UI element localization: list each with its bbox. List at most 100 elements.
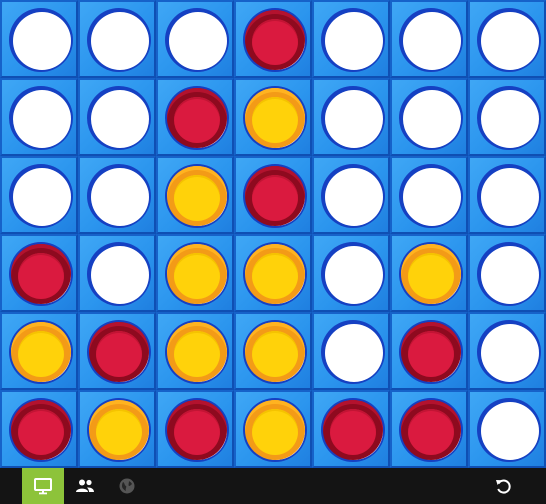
- board-cell[interactable]: [234, 78, 312, 156]
- game-board: [0, 0, 546, 468]
- board-cell[interactable]: [312, 0, 390, 78]
- cell-hole: [321, 320, 385, 384]
- cell-hole: [243, 398, 307, 462]
- board-cell[interactable]: [234, 390, 312, 468]
- hole-opening: [481, 90, 539, 148]
- monitor-icon: [34, 478, 52, 495]
- red-disc-center: [408, 331, 454, 377]
- board-cell[interactable]: [468, 390, 546, 468]
- board-cell[interactable]: [468, 156, 546, 234]
- board-cell[interactable]: [390, 234, 468, 312]
- restart-button[interactable]: [482, 468, 524, 504]
- hole-opening: [13, 168, 71, 226]
- board-cell[interactable]: [234, 312, 312, 390]
- board-cell[interactable]: [156, 234, 234, 312]
- board-cell[interactable]: [390, 78, 468, 156]
- cell-hole: [321, 242, 385, 306]
- red-disc: [167, 400, 227, 460]
- red-disc-center: [408, 409, 454, 455]
- board-cell[interactable]: [0, 156, 78, 234]
- board-cell[interactable]: [312, 312, 390, 390]
- board-cell[interactable]: [312, 234, 390, 312]
- board-cell[interactable]: [312, 156, 390, 234]
- red-disc: [401, 400, 461, 460]
- hole-opening: [481, 246, 539, 304]
- board-cell[interactable]: [468, 312, 546, 390]
- board-cell[interactable]: [78, 78, 156, 156]
- hole-opening: [481, 12, 539, 70]
- multiplayer-button[interactable]: [64, 468, 106, 504]
- board-cell[interactable]: [468, 0, 546, 78]
- yellow-disc: [89, 400, 149, 460]
- cell-hole: [399, 242, 463, 306]
- board-cell[interactable]: [0, 234, 78, 312]
- hole-opening: [169, 12, 227, 70]
- hole-opening: [325, 168, 383, 226]
- board-cell[interactable]: [0, 78, 78, 156]
- yellow-disc-center: [252, 253, 298, 299]
- board-cell[interactable]: [312, 78, 390, 156]
- bottom-toolbar: [0, 468, 546, 504]
- board-cell[interactable]: [156, 156, 234, 234]
- board-cell[interactable]: [234, 234, 312, 312]
- board-cell[interactable]: [0, 390, 78, 468]
- cell-hole: [87, 398, 151, 462]
- board-cell[interactable]: [390, 0, 468, 78]
- hole-opening: [91, 12, 149, 70]
- cell-hole: [321, 86, 385, 150]
- hole-opening: [325, 90, 383, 148]
- board-cell[interactable]: [156, 78, 234, 156]
- hole-opening: [481, 168, 539, 226]
- cell-hole: [9, 164, 73, 228]
- board-cell[interactable]: [468, 234, 546, 312]
- board-cell[interactable]: [390, 312, 468, 390]
- cell-hole: [87, 242, 151, 306]
- board-cell[interactable]: [390, 156, 468, 234]
- board-cell[interactable]: [468, 78, 546, 156]
- cell-hole: [243, 8, 307, 72]
- cell-hole: [477, 320, 541, 384]
- board-cell[interactable]: [234, 0, 312, 78]
- hole-opening: [481, 402, 539, 460]
- yellow-disc: [167, 322, 227, 382]
- board-cell[interactable]: [156, 312, 234, 390]
- display-mode-button[interactable]: [22, 468, 64, 504]
- cell-hole: [477, 86, 541, 150]
- board-cell[interactable]: [156, 0, 234, 78]
- hole-opening: [325, 324, 383, 382]
- yellow-disc: [245, 88, 305, 148]
- board-cell[interactable]: [312, 390, 390, 468]
- yellow-disc: [245, 244, 305, 304]
- cell-hole: [9, 398, 73, 462]
- board-cell[interactable]: [0, 0, 78, 78]
- board-cell[interactable]: [390, 390, 468, 468]
- board-cell[interactable]: [234, 156, 312, 234]
- cell-hole: [165, 8, 229, 72]
- red-disc-center: [330, 409, 376, 455]
- cell-hole: [477, 164, 541, 228]
- hole-opening: [91, 168, 149, 226]
- cell-hole: [87, 86, 151, 150]
- cell-hole: [399, 8, 463, 72]
- board-cell[interactable]: [0, 312, 78, 390]
- yellow-disc-center: [252, 409, 298, 455]
- board-cell[interactable]: [156, 390, 234, 468]
- red-disc: [167, 88, 227, 148]
- globe-icon: [119, 478, 135, 494]
- restart-icon: [496, 479, 511, 494]
- cell-hole: [243, 86, 307, 150]
- board-cell[interactable]: [78, 390, 156, 468]
- board-cell[interactable]: [78, 234, 156, 312]
- yellow-disc: [245, 322, 305, 382]
- cell-hole: [399, 398, 463, 462]
- board-cell[interactable]: [78, 156, 156, 234]
- red-disc: [89, 322, 149, 382]
- board-cell[interactable]: [78, 0, 156, 78]
- red-disc-center: [174, 97, 220, 143]
- yellow-disc: [167, 166, 227, 226]
- cell-hole: [165, 398, 229, 462]
- online-play-button[interactable]: [106, 468, 148, 504]
- board-cell[interactable]: [78, 312, 156, 390]
- yellow-disc-center: [252, 97, 298, 143]
- hole-opening: [91, 246, 149, 304]
